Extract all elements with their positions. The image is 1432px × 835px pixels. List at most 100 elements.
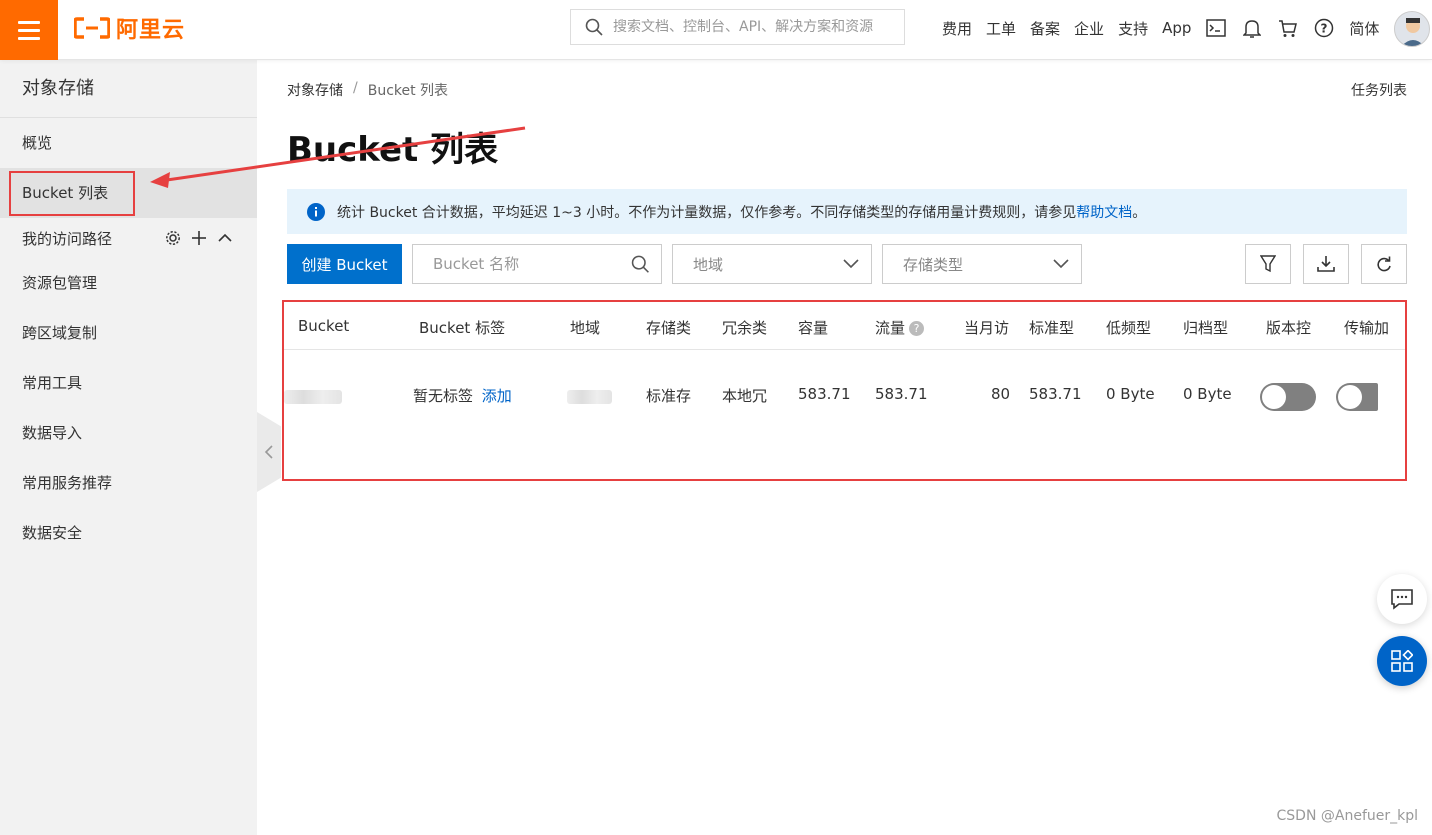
avatar[interactable]: [1394, 11, 1430, 47]
apps-grid-icon: [1391, 650, 1413, 672]
nav-enterprise[interactable]: 企业: [1074, 18, 1104, 39]
page-title: Bucket 列表: [287, 130, 499, 170]
table-row: 暂无标签 添加 标准存 本地冗 583.71 583.71 80 583.71 …: [284, 350, 1405, 440]
col-bucket[interactable]: Bucket: [298, 317, 349, 335]
bucket-name-search: [412, 244, 662, 284]
col-capacity[interactable]: 容量: [798, 317, 828, 338]
capacity-cell: 583.71: [798, 385, 851, 403]
notice-text: 统计 Bucket 合计数据，平均延迟 1~3 小时。不作为计量数据，仅作参考。…: [337, 204, 1077, 221]
info-notice: 统计 Bucket 合计数据，平均延迟 1~3 小时。不作为计量数据，仅作参考。…: [287, 189, 1407, 234]
col-monthly-visits[interactable]: 当月访: [964, 317, 1009, 338]
breadcrumb-root[interactable]: 对象存储: [287, 80, 343, 100]
refresh-button[interactable]: [1361, 244, 1407, 284]
breadcrumb-current: Bucket 列表: [367, 83, 449, 99]
traffic-cell: 583.71: [875, 385, 928, 403]
col-transfer-acceleration[interactable]: 传输加: [1344, 317, 1389, 338]
filter-button[interactable]: [1245, 244, 1291, 284]
info-icon: [307, 202, 325, 221]
breadcrumb: 对象存储 / Bucket 列表: [287, 80, 448, 100]
col-traffic-label: 流量: [875, 319, 906, 337]
filter-icon: [1260, 255, 1276, 273]
apps-button[interactable]: [1377, 636, 1427, 686]
sidebar-item-label: Bucket 列表: [22, 184, 109, 202]
chevron-up-icon[interactable]: [217, 230, 233, 246]
col-redundancy[interactable]: 冗余类: [722, 317, 767, 338]
standard-cell: 583.71: [1029, 385, 1082, 403]
help-doc-link[interactable]: 帮助文档: [1076, 205, 1132, 221]
bucket-name-redacted[interactable]: [284, 390, 342, 404]
sidebar-group-access-paths: 我的访问路径: [0, 218, 257, 258]
menu-icon[interactable]: [0, 0, 58, 60]
toggle-knob: [1338, 385, 1362, 409]
sidebar-item-recommended-services[interactable]: 常用服务推荐: [0, 458, 257, 508]
create-bucket-button[interactable]: 创建 Bucket: [287, 244, 402, 284]
sidebar-group-label: 我的访问路径: [22, 229, 113, 248]
redundancy-cell: 本地冗: [722, 387, 768, 405]
bucket-name-input[interactable]: [433, 255, 631, 273]
search-input[interactable]: [613, 19, 893, 35]
region-select[interactable]: 地域: [672, 244, 872, 284]
global-search[interactable]: [570, 9, 905, 45]
notice-end: 。: [1132, 204, 1147, 221]
toggle-knob: [1262, 385, 1286, 409]
archive-cell: 0 Byte: [1183, 385, 1232, 403]
col-region[interactable]: 地域: [570, 317, 600, 338]
region-redacted: [567, 390, 612, 404]
nav-tickets[interactable]: 工单: [986, 18, 1016, 39]
region-select-label: 地域: [693, 255, 724, 274]
nav-app[interactable]: App: [1162, 19, 1191, 37]
add-tag-link[interactable]: 添加: [482, 387, 512, 405]
question-icon[interactable]: ?: [909, 321, 925, 336]
col-versioning[interactable]: 版本控: [1266, 317, 1311, 338]
storage-type-select[interactable]: 存储类型: [882, 244, 1082, 284]
sidebar-collapse-handle[interactable]: [257, 412, 281, 492]
bell-icon[interactable]: [1241, 17, 1263, 39]
nav-support[interactable]: 支持: [1118, 18, 1148, 39]
nav-fees[interactable]: 费用: [942, 18, 972, 39]
watermark: CSDN @Anefuer_kpl: [1276, 808, 1418, 824]
top-bar: 阿里云 费用 工单 备案 企业 支持 App ? 简体: [0, 0, 1432, 60]
versioning-toggle[interactable]: [1260, 383, 1316, 411]
gear-icon[interactable]: [165, 230, 181, 246]
tag-cell: 暂无标签 添加: [413, 385, 512, 406]
help-icon[interactable]: ?: [1313, 17, 1335, 39]
plus-icon[interactable]: [191, 230, 207, 246]
svg-text:?: ?: [1321, 22, 1328, 36]
chevron-down-icon: [1053, 259, 1069, 269]
col-bucket-tags[interactable]: Bucket 标签: [419, 317, 505, 338]
sidebar-item-resource-packs[interactable]: 资源包管理: [0, 258, 257, 308]
cart-icon[interactable]: [1277, 17, 1299, 39]
storage-type-select-label: 存储类型: [903, 255, 964, 274]
aliyun-bracket-icon: [74, 17, 110, 39]
aliyun-logo[interactable]: 阿里云: [74, 13, 185, 43]
table-header: Bucket Bucket 标签 地域 存储类 冗余类 容量 流量? 当月访 标…: [284, 302, 1405, 350]
refresh-icon: [1377, 256, 1391, 272]
transfer-acceleration-toggle[interactable]: [1336, 383, 1378, 411]
nav-icp[interactable]: 备案: [1030, 18, 1060, 39]
top-nav: 费用 工单 备案 企业 支持 App ? 简体: [942, 0, 1379, 56]
sidebar-item-overview[interactable]: 概览: [0, 118, 257, 168]
infrequent-cell: 0 Byte: [1106, 385, 1155, 403]
task-list-link[interactable]: 任务列表: [1351, 80, 1407, 100]
language-switch[interactable]: 简体: [1349, 18, 1379, 39]
col-traffic[interactable]: 流量?: [875, 317, 925, 338]
col-storage-class[interactable]: 存储类: [646, 317, 691, 338]
col-standard[interactable]: 标准型: [1029, 317, 1074, 338]
sidebar-item-bucket-list[interactable]: Bucket 列表: [0, 168, 257, 218]
terminal-icon[interactable]: [1205, 17, 1227, 39]
sidebar-item-data-import[interactable]: 数据导入: [0, 408, 257, 458]
toolbar: 创建 Bucket 地域 存储类型: [287, 244, 1407, 284]
breadcrumb-separator: /: [353, 80, 358, 96]
col-infrequent[interactable]: 低频型: [1106, 317, 1151, 338]
search-icon[interactable]: [631, 254, 649, 274]
chat-button[interactable]: [1377, 574, 1427, 624]
col-archive[interactable]: 归档型: [1183, 317, 1228, 338]
storage-class-cell: 标准存: [646, 387, 692, 405]
sidebar-item-tools[interactable]: 常用工具: [0, 358, 257, 408]
sidebar-item-data-security[interactable]: 数据安全: [0, 508, 257, 558]
notice-text-wrap: 统计 Bucket 合计数据，平均延迟 1~3 小时。不作为计量数据，仅作参考。…: [337, 202, 1146, 222]
download-icon: [1317, 256, 1335, 272]
download-button[interactable]: [1303, 244, 1349, 284]
sidebar-item-cross-region-replication[interactable]: 跨区域复制: [0, 308, 257, 358]
bucket-table: Bucket Bucket 标签 地域 存储类 冗余类 容量 流量? 当月访 标…: [282, 300, 1407, 481]
